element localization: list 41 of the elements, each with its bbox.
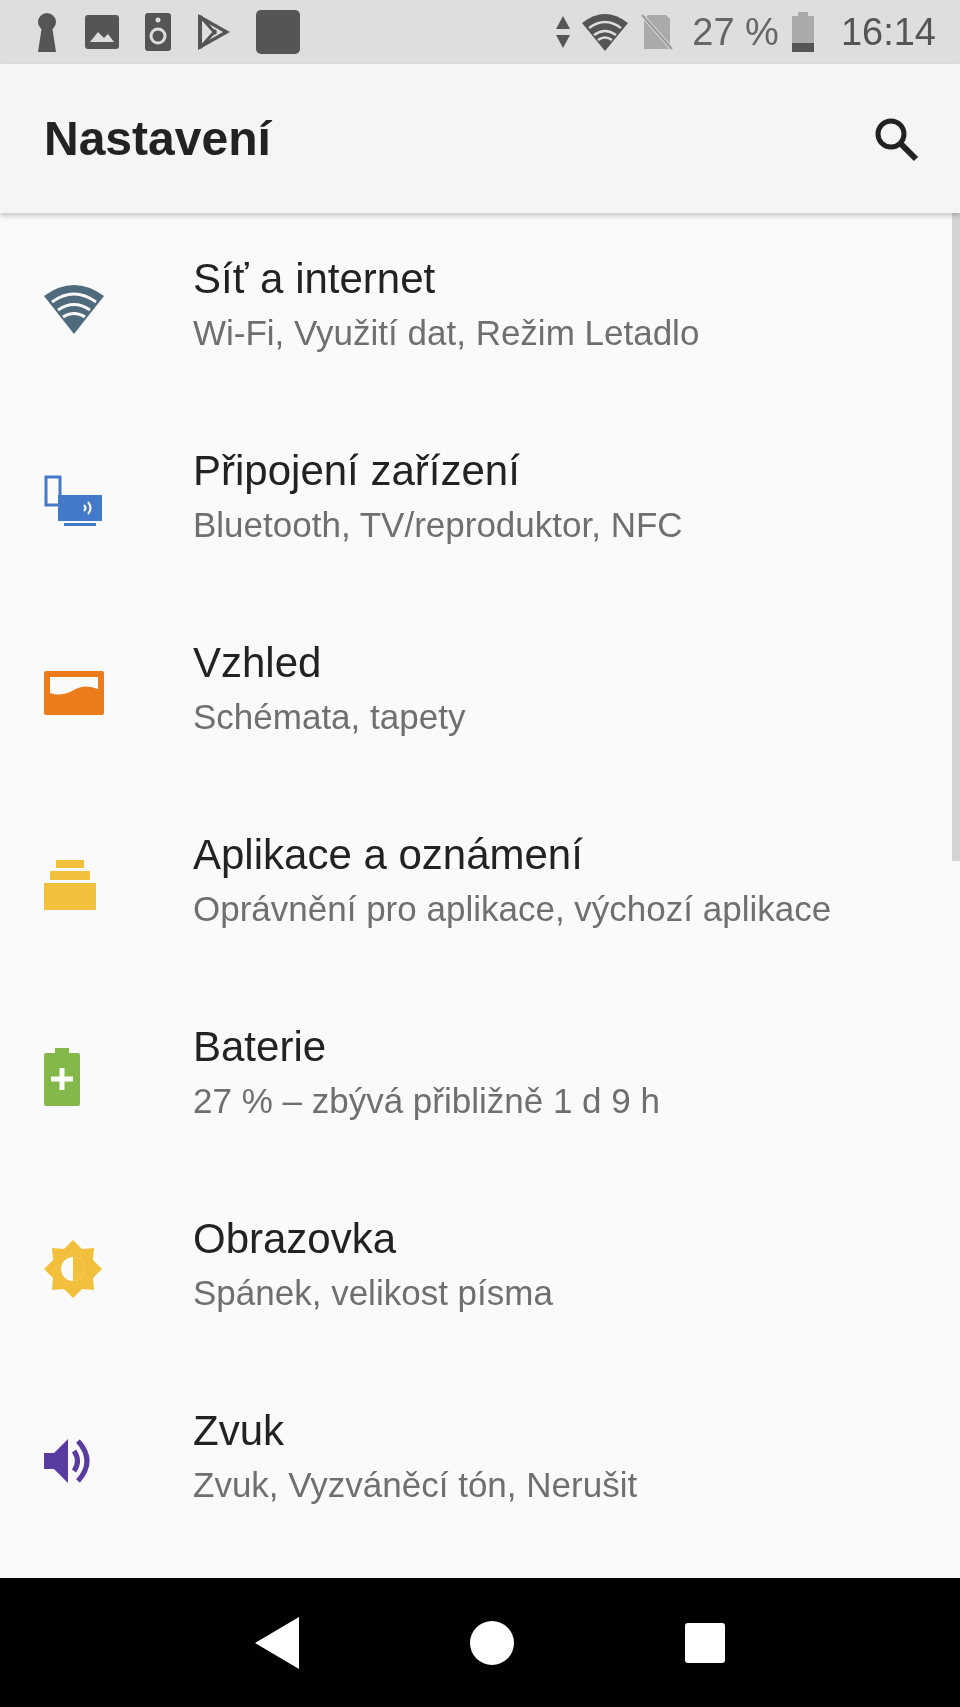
settings-item[interactable]: Zvuk Zvuk, Vyzváněcí tón, Nerušit	[0, 1365, 950, 1557]
settings-item[interactable]: Síť a internet Wi-Fi, Využití dat, Režim Letadlo	[0, 213, 950, 405]
settings-item[interactable]: Připojení zařízení Bluetooth, TV/reproduktor, NFC	[0, 405, 950, 597]
screen-title: Nastavení	[44, 111, 271, 166]
item-title: Vzhled	[193, 639, 323, 687]
clock-time: 16:14	[840, 10, 936, 54]
wallpaper-icon	[44, 671, 104, 715]
item-title: Obrazovka	[193, 1215, 398, 1263]
no-sim-icon	[640, 13, 675, 51]
item-subtitle: Bluetooth, TV/reproduktor, NFC	[193, 505, 683, 545]
devices-icon	[44, 475, 104, 527]
battery-percentage: 27 %	[692, 10, 779, 54]
settings-item[interactable]: Baterie 27 % – zbývá přibližně 1 d 9 h	[0, 981, 950, 1173]
brightness-icon	[44, 1240, 102, 1298]
settings-item[interactable]: Obrazovka Spánek, velikost písma	[0, 1173, 950, 1365]
item-title: Zvuk	[193, 1407, 285, 1455]
item-subtitle: Oprávnění pro aplikace, výchozí aplikace	[193, 889, 832, 929]
item-subtitle: Spánek, velikost písma	[193, 1273, 553, 1313]
item-subtitle: 27 % – zbývá přibližně 1 d 9 h	[193, 1081, 660, 1121]
square-icon	[256, 10, 300, 54]
image-icon	[84, 14, 120, 50]
home-icon[interactable]	[470, 1620, 514, 1665]
play-store-icon	[196, 12, 232, 52]
recents-icon[interactable]	[684, 1622, 725, 1663]
item-title: Baterie	[193, 1023, 328, 1071]
speaker-icon	[144, 12, 172, 52]
back-icon[interactable]	[255, 1616, 300, 1669]
stacked-boxes-icon	[44, 860, 96, 910]
settings-item[interactable]: Aplikace a oznámení Oprávnění pro aplikace, výchozí aplikace	[0, 789, 950, 981]
item-title: Aplikace a oznámení	[193, 831, 584, 879]
wifi-icon	[44, 284, 104, 334]
item-title: Síť a internet	[193, 255, 437, 303]
item-subtitle: Schémata, tapety	[193, 697, 466, 737]
item-subtitle: Wi-Fi, Využití dat, Režim Letadlo	[193, 313, 700, 353]
battery-icon	[790, 12, 815, 52]
item-subtitle: Zvuk, Vyzváněcí tón, Nerušit	[193, 1465, 638, 1505]
battery-charging-icon	[44, 1048, 80, 1106]
settings-item[interactable]: Vzhled Schémata, tapety	[0, 597, 950, 789]
wifi-icon	[582, 13, 629, 51]
item-title: Připojení zařízení	[193, 447, 521, 495]
data-arrows-icon	[556, 16, 571, 48]
